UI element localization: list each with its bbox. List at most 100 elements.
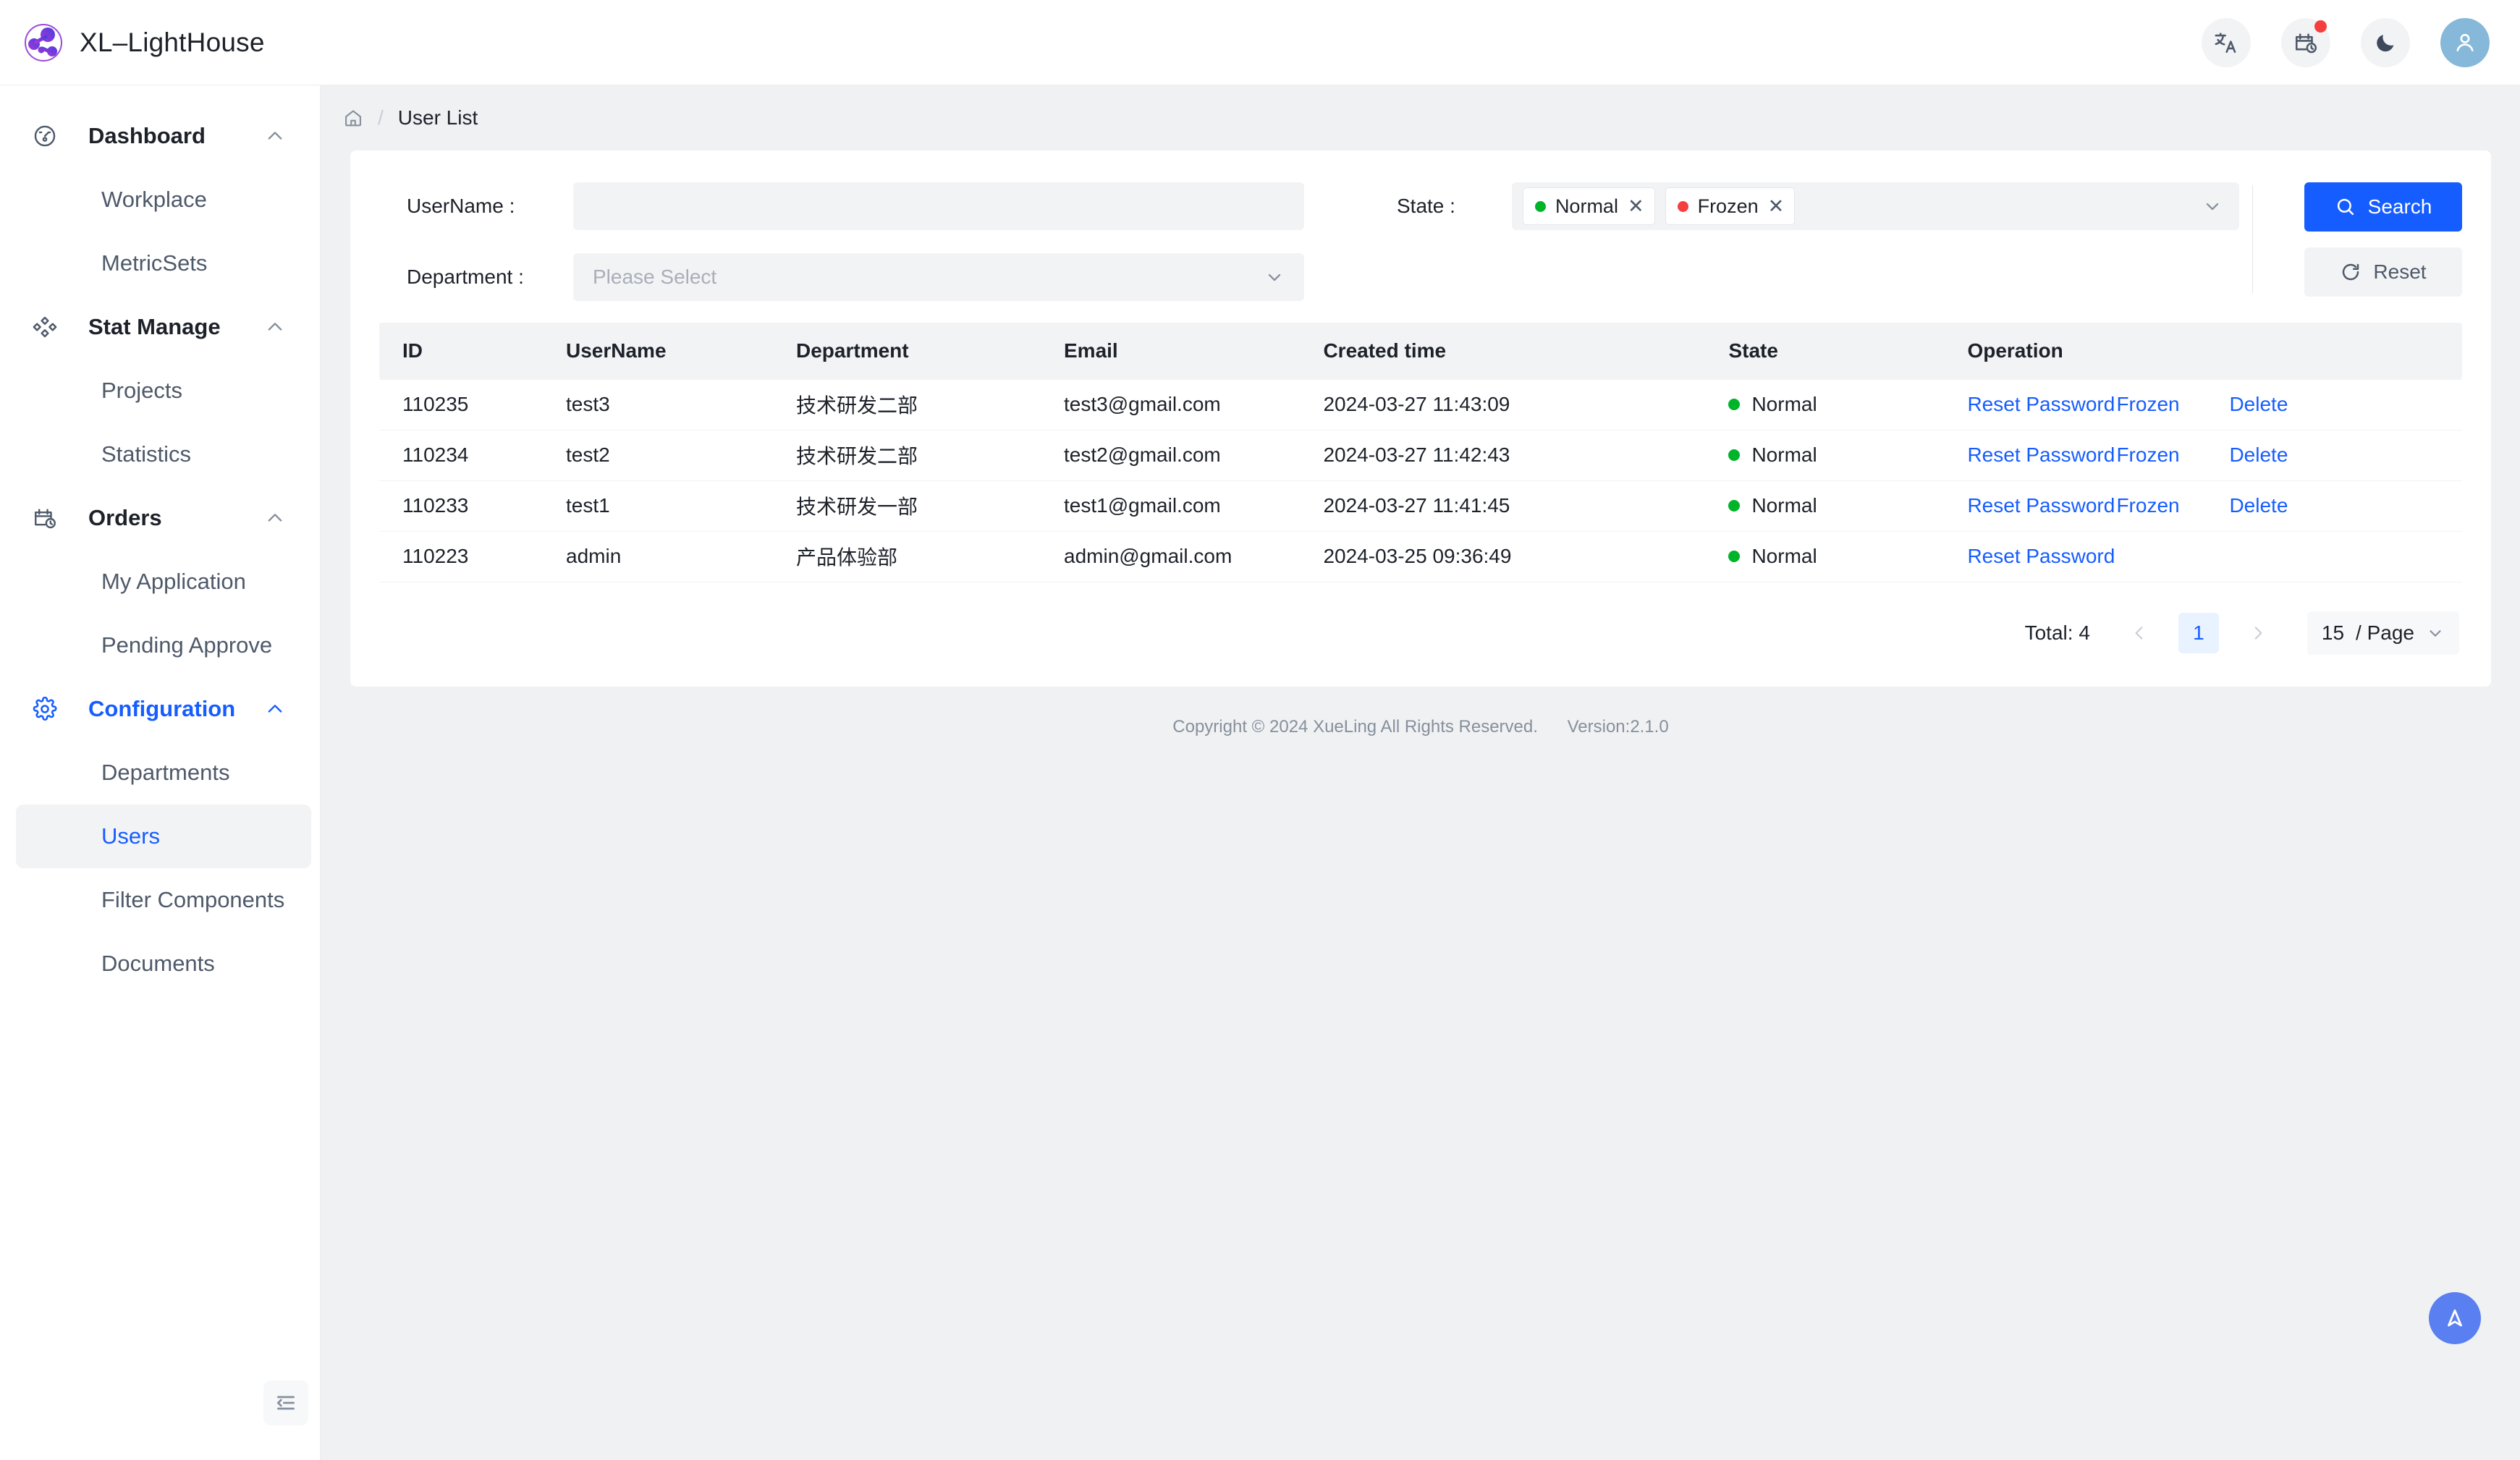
search-button[interactable]: Search [2304,182,2462,232]
state-label: Normal [1751,545,1817,567]
table-row: 110223 admin 产品体验部 admin@gmail.com 2024-… [379,531,2462,582]
chevron-down-icon[interactable] [1264,267,1285,287]
chevron-down-icon[interactable] [2426,624,2445,642]
cell-email: test2@gmail.com [1064,430,1324,481]
sidebar-group-configuration[interactable]: Configuration [0,677,320,741]
sidebar-item-label: Documents [101,951,215,976]
cell-username: admin [566,531,796,582]
close-icon[interactable]: ✕ [1768,196,1785,216]
breadcrumb-current: User List [397,106,478,129]
field-state: State : Normal ✕ Frozen ✕ [1397,182,2239,230]
moon-icon[interactable] [2361,17,2410,67]
sidebar-group-stat-manage[interactable]: Stat Manage [0,295,320,359]
cell-created-time: 2024-03-27 11:41:45 [1323,480,1729,532]
home-icon[interactable] [343,108,363,128]
sidebar-item-projects[interactable]: Projects [16,359,311,423]
cell-email: test3@gmail.com [1064,378,1324,430]
reset-password-link[interactable]: Reset Password [1967,443,2116,467]
gear-icon [29,697,61,721]
app-title: XL–LightHouse [80,27,265,57]
cell-state: Normal [1728,531,1968,582]
sidebar-group-label: Configuration [88,696,236,721]
scroll-to-top-button[interactable] [2429,1292,2481,1344]
frozen-link[interactable]: Frozen [2116,494,2229,517]
state-tag-frozen[interactable]: Frozen ✕ [1665,187,1796,225]
state-tag-normal[interactable]: Normal ✕ [1522,187,1655,225]
reset-button[interactable]: Reset [2304,247,2462,297]
cell-username: test3 [566,378,796,430]
cell-id: 110234 [379,430,566,481]
state-select[interactable]: Normal ✕ Frozen ✕ [1511,182,2239,230]
user-table-wrap: ID UserName Department Email Created tim… [350,323,2491,582]
department-select[interactable]: Please Select [573,253,1304,301]
chevron-up-icon [265,699,285,719]
column-header-operation: Operation [1967,323,2462,379]
search-icon [2337,198,2354,216]
cell-email: admin@gmail.com [1064,531,1324,582]
page-size-select[interactable]: 15 / Page [2307,611,2459,655]
table-header: ID UserName Department Email Created tim… [379,323,2462,379]
close-icon[interactable]: ✕ [1628,196,1644,216]
sidebar-item-label: Workplace [101,187,207,212]
frozen-link[interactable]: Frozen [2116,393,2229,416]
header-actions [2202,17,2490,67]
reset-password-link[interactable]: Reset Password [1967,494,2116,517]
sidebar-group-orders[interactable]: Orders [0,486,320,550]
sidebar-item-my-application[interactable]: My Application [16,550,311,614]
sidebar-item-label: My Application [101,569,246,594]
cell-department: 技术研发一部 [796,480,1064,532]
arrow-up-icon [2448,1309,2462,1327]
cell-operation: Reset Password Frozen Delete [1967,480,2462,532]
sidebar-item-documents[interactable]: Documents [16,932,311,996]
reset-password-link[interactable]: Reset Password [1967,393,2116,416]
page-number-1[interactable]: 1 [2178,612,2219,653]
sidebar-nav: Dashboard Workplace MetricSets Stat Mana… [0,85,320,996]
delete-link[interactable]: Delete [2229,393,2288,416]
chevron-left-icon[interactable] [2119,613,2160,653]
app-root: XL–LightHouse Dashboard Workplace Metric… [0,0,2520,1460]
menu-fold-icon[interactable] [263,1380,308,1425]
app-header: XL–LightHouse [0,0,2520,85]
avatar[interactable] [2440,17,2490,67]
delete-link[interactable]: Delete [2229,494,2288,517]
cell-state: Normal [1728,480,1968,532]
brand[interactable]: XL–LightHouse [23,22,265,63]
sidebar-item-filter-components[interactable]: Filter Components [16,868,311,932]
footer: Copyright © 2024 XueLing All Rights Rese… [321,687,2520,737]
stat-manage-icon [29,315,61,339]
cell-id: 110235 [379,378,566,430]
cell-operation: Reset Password Frozen Delete [1967,378,2462,430]
sidebar-item-label: Pending Approve [101,632,273,658]
sidebar-item-users[interactable]: Users [16,805,311,868]
state-tags: Normal ✕ Frozen ✕ [1522,187,1805,225]
sidebar-item-departments[interactable]: Departments [16,741,311,805]
sidebar-item-workplace[interactable]: Workplace [16,168,311,232]
filter-actions: Search Reset [2252,182,2462,301]
calendar-clock-icon[interactable] [2281,17,2330,67]
sidebar-item-label: Users [101,823,160,849]
reset-password-link[interactable]: Reset Password [1967,545,2116,568]
sidebar-item-statistics[interactable]: Statistics [16,423,311,486]
cell-created-time: 2024-03-25 09:36:49 [1323,531,1729,582]
cell-email: test1@gmail.com [1064,480,1324,532]
translate-icon[interactable] [2202,17,2251,67]
table-body: 110235 test3 技术研发二部 test3@gmail.com 2024… [379,378,2462,582]
status-dot-frozen [1677,200,1688,212]
sidebar-item-label: Filter Components [101,887,285,912]
username-input[interactable] [573,182,1304,230]
table-row: 110233 test1 技术研发一部 test1@gmail.com 2024… [379,480,2462,532]
sidebar-item-pending-approve[interactable]: Pending Approve [16,614,311,677]
chevron-down-icon[interactable] [2202,196,2223,216]
filter-form: UserName : State : Normal ✕ Frozen ✕ Dep… [350,150,2491,323]
sidebar-group-dashboard[interactable]: Dashboard [0,104,320,168]
cell-state: Normal [1728,378,1968,430]
sidebar-item-label: Departments [101,760,230,785]
total-count: Total: 4 [2024,621,2090,644]
notification-badge [2314,20,2327,33]
chevron-right-icon[interactable] [2238,613,2278,653]
sidebar-item-metricsets[interactable]: MetricSets [16,232,311,295]
frozen-link[interactable]: Frozen [2116,443,2229,467]
column-header-state: State [1728,323,1968,379]
chevron-up-icon [265,126,285,146]
delete-link[interactable]: Delete [2229,443,2288,467]
